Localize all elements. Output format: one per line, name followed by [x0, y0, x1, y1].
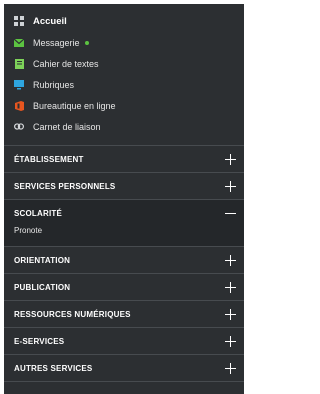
office-icon — [14, 100, 24, 111]
section-label: SCOLARITÉ — [14, 208, 63, 218]
notification-dot — [84, 40, 89, 45]
section-label: SERVICES PERSONNELS — [14, 181, 116, 191]
separator — [4, 137, 244, 146]
section-label: AUTRES SERVICES — [14, 363, 93, 373]
link-label: Cahier de textes — [33, 58, 99, 69]
grid-icon — [14, 16, 24, 26]
section-scolarite[interactable]: SCOLARITÉ — [4, 200, 244, 226]
link-icon — [14, 122, 24, 132]
section-orientation[interactable]: ORIENTATION — [4, 247, 244, 274]
link-label: Accueil — [33, 15, 67, 27]
section-label: PUBLICATION — [14, 282, 71, 292]
link-carnet-de-liaison[interactable]: Carnet de liaison — [4, 116, 244, 137]
plus-icon[interactable] — [225, 180, 236, 192]
quick-links: Accueil Messagerie Cahier de textes Rubr… — [4, 4, 244, 137]
plus-icon[interactable] — [225, 362, 236, 374]
sub-item-pronote[interactable]: Pronote — [14, 226, 42, 235]
minus-icon[interactable] — [225, 208, 236, 219]
section-ressources-numeriques[interactable]: RESSOURCES NUMÉRIQUES — [4, 301, 244, 328]
monitor-icon — [14, 79, 24, 90]
section-autres-services[interactable]: AUTRES SERVICES — [4, 355, 244, 382]
section-publication[interactable]: PUBLICATION — [4, 274, 244, 301]
plus-icon[interactable] — [225, 308, 236, 320]
section-services-personnels[interactable]: SERVICES PERSONNELS — [4, 173, 244, 200]
link-messagerie[interactable]: Messagerie — [4, 32, 244, 53]
section-scolarite-items: Pronote — [4, 226, 244, 247]
section-label: E-SERVICES — [14, 336, 65, 346]
plus-icon[interactable] — [225, 254, 236, 266]
section-e-services[interactable]: E-SERVICES — [4, 328, 244, 355]
link-rubriques[interactable]: Rubriques — [4, 74, 244, 95]
notebook-icon — [14, 58, 24, 69]
link-bureautique-en-ligne[interactable]: Bureautique en ligne — [4, 95, 244, 116]
plus-icon[interactable] — [225, 335, 236, 347]
plus-icon[interactable] — [225, 281, 236, 293]
section-label: RESSOURCES NUMÉRIQUES — [14, 309, 131, 319]
link-accueil[interactable]: Accueil — [4, 10, 244, 32]
link-label: Rubriques — [33, 79, 75, 90]
link-label: Bureautique en ligne — [33, 100, 116, 111]
envelope-icon — [14, 38, 24, 48]
section-label: ÉTABLISSEMENT — [14, 154, 84, 164]
link-label: Carnet de liaison — [33, 121, 101, 132]
link-label: Messagerie — [33, 37, 80, 48]
section-label: ORIENTATION — [14, 255, 71, 265]
section-etablissement[interactable]: ÉTABLISSEMENT — [4, 146, 244, 173]
link-cahier-de-textes[interactable]: Cahier de textes — [4, 53, 244, 74]
navigation-panel: Accueil Messagerie Cahier de textes Rubr… — [4, 4, 244, 394]
plus-icon[interactable] — [225, 153, 236, 165]
